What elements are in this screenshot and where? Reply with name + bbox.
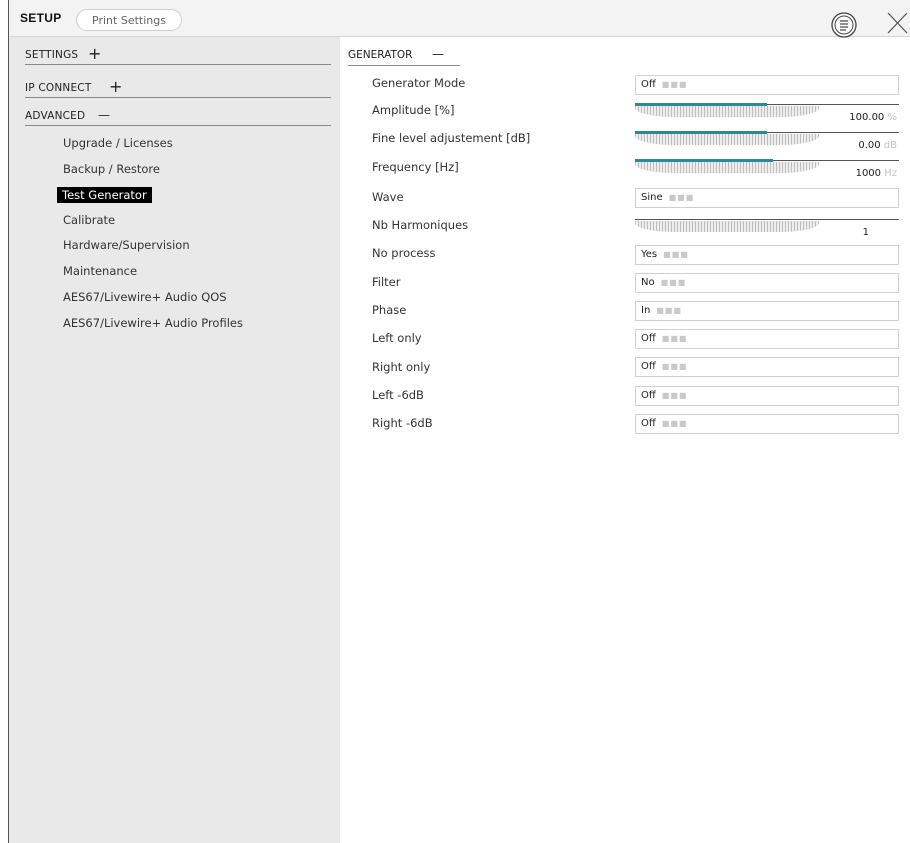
section-settings-label[interactable]: SETTINGS (25, 49, 78, 61)
sidebar-item-backup-restore[interactable]: Backup / Restore (63, 161, 160, 177)
left-minus6db-select[interactable]: Off ■■■ (635, 386, 899, 406)
right-only-select[interactable]: Off ■■■ (635, 357, 899, 377)
param-label: Right -6dB (372, 416, 433, 430)
generator-section-title[interactable]: GENERATOR (348, 49, 412, 61)
param-label: Left -6dB (372, 388, 424, 402)
frequency-slider[interactable]: 1000 Hz (635, 159, 899, 181)
param-label: No process (372, 246, 436, 260)
param-label: Generator Mode (372, 76, 466, 90)
collapse-icon[interactable]: — (432, 47, 444, 61)
sidebar-item-audio-qos[interactable]: AES67/Livewire+ Audio QOS (63, 289, 227, 305)
divider (25, 97, 331, 98)
collapse-icon[interactable]: — (98, 107, 110, 123)
no-process-select[interactable]: Yes ■■■ (635, 245, 899, 265)
generator-mode-select[interactable]: Off ■■■ (635, 75, 899, 95)
phase-select[interactable]: In ■■■ (635, 301, 899, 321)
page-title: SETUP (20, 11, 62, 25)
list-circle-icon[interactable] (829, 10, 859, 40)
divider (348, 65, 460, 66)
section-advanced-label[interactable]: ADVANCED (25, 110, 85, 122)
param-label: Left only (372, 331, 422, 345)
print-settings-button[interactable]: Print Settings (76, 9, 182, 31)
harmonics-slider[interactable]: 1 (635, 218, 899, 240)
param-label: Right only (372, 360, 431, 374)
param-label: Fine level adjustement [dB] (372, 131, 531, 145)
section-ip-connect-label[interactable]: IP CONNECT (25, 82, 91, 94)
sidebar-item-hardware-supervision[interactable]: Hardware/Supervision (63, 237, 190, 253)
param-label: Phase (372, 303, 407, 317)
divider (25, 64, 331, 65)
param-label: Nb Harmoniques (372, 218, 469, 232)
slider-knob[interactable] (635, 106, 819, 117)
param-label: Wave (372, 190, 404, 204)
expand-icon[interactable]: + (109, 79, 122, 95)
param-label: Filter (372, 275, 401, 289)
param-label: Frequency [Hz] (372, 160, 459, 174)
fine-level-slider[interactable]: 0.00 dB (635, 131, 899, 153)
slider-knob[interactable] (635, 134, 819, 145)
sidebar-item-maintenance[interactable]: Maintenance (63, 263, 137, 279)
divider (25, 125, 331, 126)
expand-icon[interactable]: + (88, 46, 101, 62)
close-icon[interactable] (885, 11, 909, 35)
slider-knob[interactable] (635, 162, 819, 173)
sidebar-item-upgrade-licenses[interactable]: Upgrade / Licenses (63, 135, 173, 151)
param-label: Amplitude [%] (372, 103, 455, 117)
right-minus6db-select[interactable]: Off ■■■ (635, 414, 899, 434)
sidebar: SETTINGS + IP CONNECT + ADVANCED — Upgra… (9, 37, 340, 843)
wave-select[interactable]: Sine ■■■ (635, 188, 899, 208)
sidebar-item-calibrate[interactable]: Calibrate (63, 212, 115, 228)
slider-knob[interactable] (635, 221, 819, 232)
amplitude-slider[interactable]: 100.00 % (635, 103, 899, 125)
filter-select[interactable]: No ■■■ (635, 273, 899, 293)
sidebar-item-test-generator[interactable]: Test Generator (57, 187, 152, 203)
left-only-select[interactable]: Off ■■■ (635, 329, 899, 349)
sidebar-item-audio-profiles[interactable]: AES67/Livewire+ Audio Profiles (63, 315, 243, 331)
header-bar: SETUP Print Settings (9, 0, 910, 40)
